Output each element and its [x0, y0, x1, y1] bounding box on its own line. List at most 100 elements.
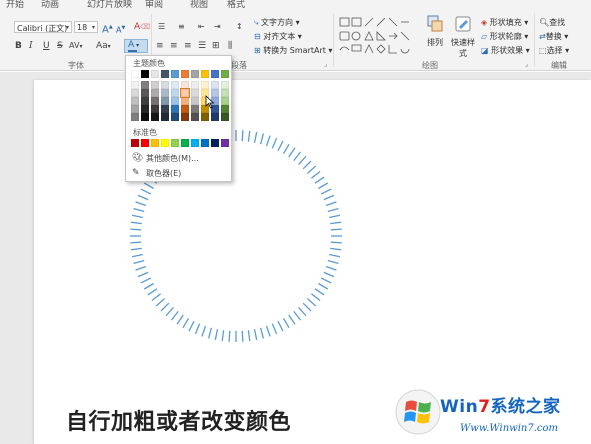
theme-color-swatch[interactable]	[191, 70, 199, 78]
standard-color-swatch[interactable]	[201, 139, 209, 147]
theme-shade-swatch[interactable]	[201, 113, 209, 121]
standard-color-swatch[interactable]	[161, 139, 169, 147]
tick-mark	[265, 325, 271, 337]
theme-shade-swatch[interactable]	[141, 97, 149, 105]
theme-shade-swatch[interactable]	[221, 113, 229, 121]
tick-mark	[288, 147, 296, 158]
tick-mark	[265, 135, 271, 147]
standard-color-swatch[interactable]	[151, 139, 159, 147]
tick-mark	[317, 282, 329, 290]
tick-mark	[131, 214, 143, 219]
theme-shade-swatch[interactable]	[131, 113, 139, 121]
more-colors-item[interactable]: 🎨︎ 其他颜色(M)...	[130, 152, 230, 165]
theme-shade-swatch[interactable]	[141, 81, 149, 89]
theme-shade-swatch[interactable]	[171, 89, 179, 97]
theme-color-swatch[interactable]	[201, 70, 209, 78]
circular-tick-ring[interactable]	[0, 0, 591, 444]
theme-shade-swatch[interactable]	[221, 97, 229, 105]
tick-mark	[130, 241, 142, 244]
theme-shade-swatch[interactable]	[171, 113, 179, 121]
theme-shade-swatch[interactable]	[161, 97, 169, 105]
tick-mark	[176, 314, 184, 325]
theme-color-swatch[interactable]	[131, 70, 139, 78]
theme-shade-swatch[interactable]	[161, 105, 169, 113]
tick-mark	[133, 259, 145, 265]
palette-icon: 🎨︎	[132, 153, 144, 163]
theme-shade-swatch[interactable]	[191, 105, 199, 113]
theme-color-swatch[interactable]	[211, 70, 219, 78]
tick-mark	[298, 155, 307, 166]
standard-color-swatch[interactable]	[181, 139, 189, 147]
tick-mark	[311, 293, 321, 302]
theme-shade-swatch[interactable]	[161, 81, 169, 89]
standard-color-swatch[interactable]	[141, 139, 149, 147]
theme-shade-swatch[interactable]	[151, 89, 159, 97]
tick-mark	[288, 314, 296, 325]
theme-shade-swatch[interactable]	[161, 113, 169, 121]
theme-shade-swatch[interactable]	[131, 97, 139, 105]
theme-shade-swatch[interactable]	[191, 81, 199, 89]
slide-caption[interactable]: 自行加粗或者改变颜色	[66, 404, 291, 436]
watermark-brand: Win7系统之家	[440, 392, 561, 417]
tick-mark	[320, 188, 332, 195]
theme-shade-swatch[interactable]	[211, 113, 219, 121]
tick-mark	[323, 194, 335, 201]
tick-mark	[317, 182, 329, 190]
theme-shade-swatch[interactable]	[131, 89, 139, 97]
tick-mark	[327, 259, 339, 265]
theme-shade-swatch[interactable]	[171, 81, 179, 89]
theme-color-swatch[interactable]	[171, 70, 179, 78]
theme-shade-swatch[interactable]	[191, 89, 199, 97]
theme-shade-swatch[interactable]	[181, 81, 189, 89]
tick-mark	[165, 306, 174, 317]
tick-mark	[130, 247, 142, 251]
theme-shade-swatch[interactable]	[151, 97, 159, 105]
mouse-pointer-icon	[205, 95, 215, 109]
theme-color-swatch[interactable]	[151, 70, 159, 78]
theme-shade-swatch[interactable]	[131, 105, 139, 113]
theme-shade-swatch[interactable]	[191, 97, 199, 105]
tick-mark	[151, 293, 161, 302]
tick-mark	[241, 130, 244, 142]
theme-shade-swatch[interactable]	[141, 113, 149, 121]
theme-shade-swatch[interactable]	[180, 88, 190, 98]
tick-mark	[293, 311, 302, 321]
eyedropper-item[interactable]: ✎ 取色器(E)	[130, 167, 230, 180]
theme-shade-swatch[interactable]	[161, 89, 169, 97]
theme-shade-swatch[interactable]	[131, 81, 139, 89]
theme-shade-swatch[interactable]	[221, 105, 229, 113]
tick-mark	[241, 330, 244, 342]
tick-mark	[314, 176, 325, 184]
theme-shade-swatch[interactable]	[191, 113, 199, 121]
theme-shade-swatch[interactable]	[151, 113, 159, 121]
tick-mark	[135, 201, 147, 207]
theme-shade-swatch[interactable]	[201, 81, 209, 89]
theme-shade-swatch[interactable]	[151, 81, 159, 89]
theme-shade-swatch[interactable]	[211, 81, 219, 89]
theme-shade-swatch[interactable]	[151, 105, 159, 113]
brand-win: Win	[440, 397, 479, 417]
theme-shade-swatch[interactable]	[221, 89, 229, 97]
tick-mark	[330, 221, 342, 225]
standard-colors-header: 标准色	[133, 128, 157, 137]
theme-shade-swatch[interactable]	[141, 89, 149, 97]
theme-shade-swatch[interactable]	[181, 113, 189, 121]
theme-color-swatch[interactable]	[181, 70, 189, 78]
watermark-url: Www.Winwin7.com	[460, 423, 558, 434]
standard-color-swatch[interactable]	[221, 139, 229, 147]
standard-color-swatch[interactable]	[171, 139, 179, 147]
theme-shade-swatch[interactable]	[181, 105, 189, 113]
theme-shade-swatch[interactable]	[171, 97, 179, 105]
theme-shade-swatch[interactable]	[141, 105, 149, 113]
tick-mark	[140, 188, 152, 195]
standard-color-swatch[interactable]	[191, 139, 199, 147]
theme-color-swatch[interactable]	[221, 70, 229, 78]
standard-color-swatch[interactable]	[131, 139, 139, 147]
theme-color-swatch[interactable]	[141, 70, 149, 78]
theme-shade-swatch[interactable]	[221, 81, 229, 89]
theme-color-swatch[interactable]	[161, 70, 169, 78]
theme-shade-swatch[interactable]	[181, 97, 189, 105]
theme-shade-swatch[interactable]	[171, 105, 179, 113]
standard-color-swatch[interactable]	[211, 139, 219, 147]
tick-mark	[170, 311, 179, 321]
